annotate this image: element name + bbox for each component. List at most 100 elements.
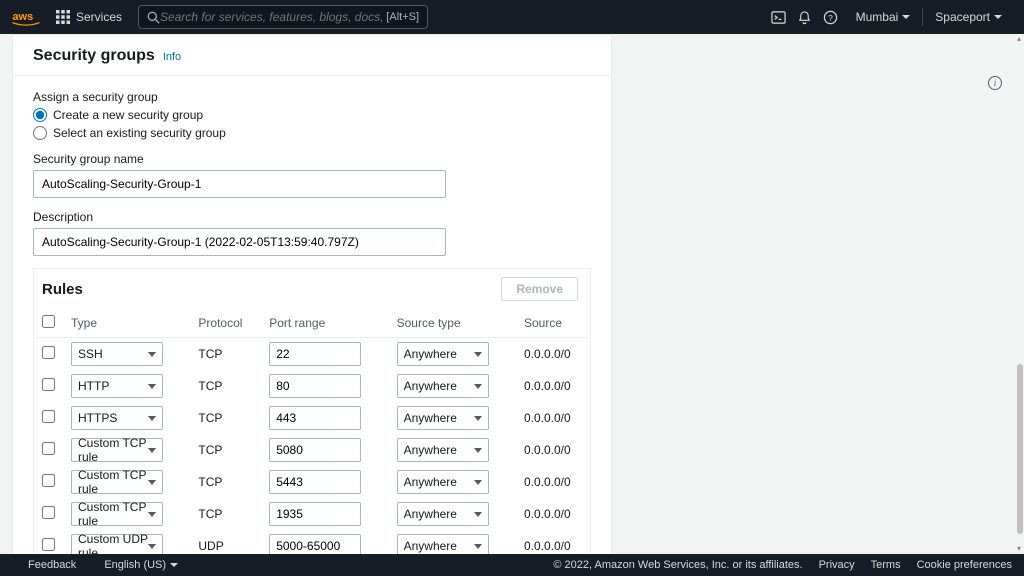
radio-create-label: Create a new security group: [53, 108, 203, 122]
rule-type-select[interactable]: Custom UDP rule: [71, 534, 163, 554]
rule-srctype-select[interactable]: Anywhere: [397, 342, 489, 366]
copyright-text: © 2022, Amazon Web Services, Inc. or its…: [553, 559, 802, 571]
region-label: Mumbai: [856, 10, 899, 24]
rule-srctype-select[interactable]: Anywhere: [397, 502, 489, 526]
rule-srctype-select[interactable]: Anywhere: [397, 374, 489, 398]
rule-port-input[interactable]: [269, 534, 361, 554]
col-srctype: Source type: [389, 309, 516, 338]
table-row: SSHTCPAnywhere0.0.0.0/0: [34, 338, 590, 371]
rule-port-input[interactable]: [269, 342, 361, 366]
rule-type-select[interactable]: Custom TCP rule: [71, 502, 163, 526]
help-button[interactable]: ?: [818, 0, 844, 34]
region-selector[interactable]: Mumbai: [844, 10, 923, 24]
rule-source: 0.0.0.0/0: [516, 338, 590, 371]
scroll-down-icon[interactable]: ▾: [1014, 544, 1024, 554]
rule-source: 0.0.0.0/0: [516, 530, 590, 554]
help-icon: ?: [823, 10, 838, 25]
scroll-up-icon[interactable]: ▴: [1014, 34, 1024, 44]
rule-type-select[interactable]: Custom TCP rule: [71, 470, 163, 494]
global-search[interactable]: [Alt+S]: [138, 5, 428, 29]
row-checkbox[interactable]: [42, 442, 55, 455]
info-panel-toggle[interactable]: i: [988, 76, 1002, 90]
rule-source: 0.0.0.0/0: [516, 370, 590, 402]
rule-srctype-select[interactable]: Anywhere: [397, 438, 489, 462]
chevron-down-icon: [148, 448, 156, 453]
rule-protocol: UDP: [190, 530, 261, 554]
terms-link[interactable]: Terms: [871, 559, 901, 571]
table-row: HTTPSTCPAnywhere0.0.0.0/0: [34, 402, 590, 434]
chevron-down-icon: [148, 416, 156, 421]
rule-srctype-select[interactable]: Anywhere: [397, 406, 489, 430]
table-row: HTTPTCPAnywhere0.0.0.0/0: [34, 370, 590, 402]
rules-container: Rules Remove Type Protocol Port range So…: [33, 268, 591, 554]
row-checkbox[interactable]: [42, 378, 55, 391]
radio-select-input[interactable]: [33, 126, 47, 140]
language-selector[interactable]: English (US): [104, 559, 178, 571]
rule-source: 0.0.0.0/0: [516, 466, 590, 498]
rule-type-select[interactable]: SSH: [71, 342, 163, 366]
rule-srctype-select[interactable]: Anywhere: [397, 470, 489, 494]
chevron-down-icon: [474, 448, 482, 453]
feedback-link[interactable]: Feedback: [28, 559, 76, 571]
rules-table: Type Protocol Port range Source type Sou…: [34, 309, 590, 554]
privacy-link[interactable]: Privacy: [819, 559, 855, 571]
radio-select-sg[interactable]: Select an existing security group: [33, 126, 591, 140]
row-checkbox[interactable]: [42, 346, 55, 359]
row-checkbox[interactable]: [42, 538, 55, 551]
services-menu[interactable]: Services: [48, 10, 130, 24]
row-checkbox[interactable]: [42, 506, 55, 519]
chevron-down-icon: [148, 544, 156, 549]
notifications-button[interactable]: [792, 0, 818, 34]
bell-icon: [797, 10, 812, 25]
select-all-checkbox[interactable]: [42, 315, 55, 328]
rule-type-select[interactable]: HTTPS: [71, 406, 163, 430]
cloudshell-button[interactable]: [766, 0, 792, 34]
row-checkbox[interactable]: [42, 474, 55, 487]
assign-label: Assign a security group: [33, 90, 591, 104]
col-port: Port range: [261, 309, 388, 338]
chevron-down-icon: [148, 384, 156, 389]
table-row: Custom TCP rule TCP Anywhere 0.0.0.0/0: [34, 466, 590, 498]
chevron-down-icon: [902, 15, 910, 19]
table-row: Custom TCP ruleTCPAnywhere0.0.0.0/0: [34, 498, 590, 530]
aws-logo-icon: aws: [12, 9, 40, 26]
panel-header: Security groups Info: [13, 35, 611, 76]
radio-select-label: Select an existing security group: [53, 126, 226, 140]
rule-port-input[interactable]: [269, 438, 361, 462]
radio-create-sg[interactable]: Create a new security group: [33, 108, 591, 122]
remove-rule-button[interactable]: Remove: [501, 277, 578, 301]
table-row: Custom UDP rule UDP Anywhere 0.0.0.0/0: [34, 530, 590, 554]
rule-type-select[interactable]: Custom TCP rule: [71, 438, 163, 462]
rule-protocol: TCP: [190, 498, 261, 530]
account-label: Spaceport: [935, 10, 990, 24]
chevron-down-icon: [474, 416, 482, 421]
page-scrollbar[interactable]: ▴ ▾: [1016, 34, 1024, 554]
search-icon: [147, 11, 160, 24]
rule-port-input[interactable]: [269, 374, 361, 398]
rule-port-input[interactable]: [269, 502, 361, 526]
col-protocol: Protocol: [190, 309, 261, 338]
cookies-link[interactable]: Cookie preferences: [917, 559, 1012, 571]
sg-desc-input[interactable]: [33, 228, 446, 256]
radio-create-input[interactable]: [33, 108, 47, 122]
svg-text:?: ?: [828, 12, 833, 22]
cloudshell-icon: [771, 10, 786, 25]
scroll-thumb[interactable]: [1017, 364, 1023, 534]
chevron-down-icon: [994, 15, 1002, 19]
chevron-down-icon: [474, 512, 482, 517]
row-checkbox[interactable]: [42, 410, 55, 423]
rule-port-input[interactable]: [269, 470, 361, 494]
rule-type-select[interactable]: HTTP: [71, 374, 163, 398]
services-label: Services: [76, 10, 122, 24]
info-link[interactable]: Info: [163, 51, 181, 63]
sg-name-input[interactable]: [33, 170, 446, 198]
table-row: Custom TCP ruleTCPAnywhere0.0.0.0/0: [34, 434, 590, 466]
language-label: English (US): [104, 559, 166, 571]
security-groups-panel: Security groups Info Assign a security g…: [12, 34, 612, 554]
rule-protocol: TCP: [190, 466, 261, 498]
sg-desc-label: Description: [33, 210, 591, 224]
rule-srctype-select[interactable]: Anywhere: [397, 534, 489, 554]
rule-port-input[interactable]: [269, 406, 361, 430]
account-menu[interactable]: Spaceport: [923, 10, 1014, 24]
search-input[interactable]: [160, 10, 386, 24]
